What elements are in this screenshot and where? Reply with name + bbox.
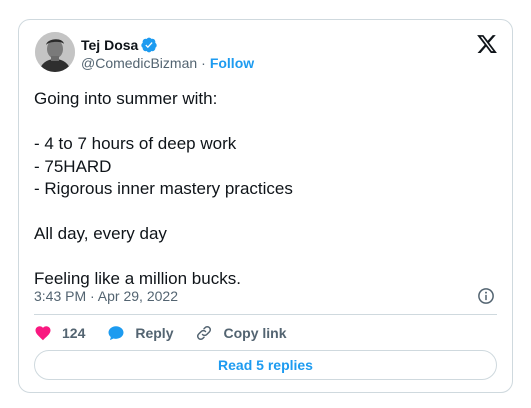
heart-icon <box>35 326 51 341</box>
tweet-timestamp[interactable]: 3:43 PM · Apr 29, 2022 <box>34 288 178 304</box>
author-handle[interactable]: @ComedicBizman <box>81 55 197 71</box>
follow-button[interactable]: Follow <box>210 55 254 71</box>
separator-dot: · <box>201 55 206 71</box>
reply-label: Reply <box>135 325 174 341</box>
avatar-photo <box>35 32 75 72</box>
like-count: 124 <box>62 325 86 341</box>
tweet-line <box>34 246 494 269</box>
author-name-row: Tej Dosa <box>81 36 158 54</box>
copy-link-label: Copy link <box>223 325 287 341</box>
tweet-text: Going into summer with: - 4 to 7 hours o… <box>34 88 494 291</box>
verified-badge-icon <box>141 37 158 53</box>
read-replies-button[interactable]: Read 5 replies <box>34 350 497 380</box>
tweet-line <box>34 201 494 224</box>
like-button[interactable]: 124 <box>34 324 85 342</box>
tweet-line: - Rigorous inner mastery practices <box>34 179 293 198</box>
tweet-line: Going into summer with: <box>34 89 218 108</box>
speech-bubble-icon <box>108 326 124 341</box>
link-icon <box>197 325 212 341</box>
divider <box>34 314 497 315</box>
action-bar: 124 Reply Copy link <box>34 322 309 344</box>
tweet-line: - 75HARD <box>34 156 112 176</box>
info-icon[interactable] <box>477 287 495 305</box>
tweet-line: - 4 to 7 hours of deep work <box>34 134 237 153</box>
x-logo-icon[interactable] <box>476 33 498 55</box>
author-handle-row: @ComedicBizman · Follow <box>81 55 254 71</box>
tweet-card: Tej Dosa @ComedicBizman · Follow Going int… <box>18 19 513 393</box>
copy-link-button[interactable]: Copy link <box>195 324 287 342</box>
tweet-line <box>34 111 494 134</box>
reply-button[interactable]: Reply <box>107 324 173 342</box>
author-name[interactable]: Tej Dosa <box>81 37 138 53</box>
tweet-line: All day, every day <box>34 224 167 243</box>
avatar[interactable] <box>35 32 75 72</box>
